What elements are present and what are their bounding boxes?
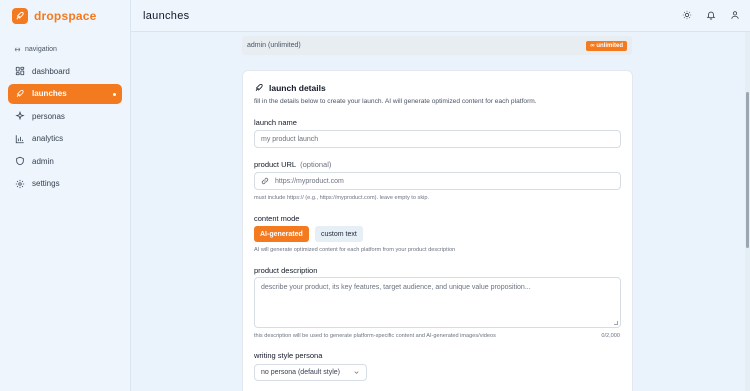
link-icon	[261, 177, 269, 185]
grid-icon	[15, 66, 25, 76]
sparkle-icon	[15, 111, 25, 121]
sidebar-item-label: settings	[32, 179, 60, 189]
persona-label: writing style persona	[254, 351, 323, 360]
content-mode-label: content mode	[254, 214, 300, 223]
card-title-text: launch details	[269, 83, 326, 93]
sidebar-item-label: admin	[32, 156, 54, 166]
sidebar-item-dashboard[interactable]: dashboard	[8, 61, 122, 81]
sidebar-item-label: analytics	[32, 134, 64, 144]
sun-icon[interactable]	[682, 10, 692, 20]
nav-heading: navigation	[0, 42, 130, 56]
launch-details-card: launch details fill in the details below…	[242, 70, 633, 391]
optional-label: (optional)	[300, 160, 332, 169]
shield-icon	[16, 157, 24, 166]
sidebar-nav: dashboard launches personas analytics ad…	[0, 61, 130, 194]
product-url-input[interactable]: https://myproduct.com	[254, 172, 621, 190]
sidebar-item-launches[interactable]: launches	[8, 83, 122, 104]
topbar: launches	[131, 0, 750, 32]
active-indicator	[113, 92, 116, 96]
sidebar-item-personas[interactable]: personas	[8, 106, 122, 126]
sidebar-item-label: launches	[32, 89, 67, 99]
bell-icon[interactable]	[706, 10, 716, 20]
brand-name: dropspace	[34, 9, 97, 23]
plan-text: admin (unlimited)	[247, 42, 301, 49]
rocket-icon	[16, 89, 24, 97]
product-description-textarea[interactable]: describe your product, its key features,…	[254, 277, 621, 328]
card-title: launch details	[254, 83, 326, 93]
plan-badge: ∞ unlimited	[586, 40, 627, 51]
chevron-down-icon	[354, 371, 359, 374]
bar-chart-icon	[15, 135, 24, 143]
persona-select-value: no persona (default style)	[261, 369, 340, 376]
product-description-help: this description will be used to generat…	[254, 333, 496, 339]
rocket-logo-icon	[12, 8, 28, 24]
launch-name-placeholder: my product launch	[261, 135, 319, 143]
sidebar-item-label: dashboard	[32, 66, 70, 76]
nav-heading-label: navigation	[25, 45, 57, 53]
user-icon[interactable]	[730, 10, 740, 20]
sidebar-item-settings[interactable]: settings	[8, 174, 122, 194]
custom-text-button[interactable]: custom text	[315, 226, 363, 242]
navigation-icon	[14, 47, 21, 51]
sidebar-item-admin[interactable]: admin	[8, 151, 122, 171]
brand[interactable]: dropspace	[0, 0, 130, 32]
card-subtitle: fill in the details below to create your…	[254, 98, 537, 105]
scrollbar-thumb[interactable]	[746, 92, 749, 248]
character-counter: 0/2,000	[601, 333, 620, 339]
launch-name-label: launch name	[254, 118, 297, 127]
product-url-label-text: product URL	[254, 160, 297, 169]
persona-select[interactable]: no persona (default style)	[254, 364, 367, 381]
topbar-actions	[682, 10, 740, 20]
gear-icon	[15, 179, 25, 189]
plan-bar: admin (unlimited) ∞ unlimited	[242, 36, 632, 55]
product-url-placeholder: https://myproduct.com	[275, 177, 344, 185]
resize-handle[interactable]	[614, 321, 618, 325]
product-url-help: must include https:// (e.g., https://myp…	[254, 195, 430, 201]
page-title: launches	[143, 9, 190, 22]
sidebar: dropspace navigation dashboard launches …	[0, 0, 131, 391]
ai-generated-button[interactable]: AI-generated	[254, 226, 309, 242]
sidebar-item-label: personas	[32, 111, 65, 121]
rocket-icon	[255, 83, 263, 92]
sidebar-item-analytics[interactable]: analytics	[8, 129, 122, 149]
launch-name-input[interactable]: my product launch	[254, 130, 621, 148]
content-mode-help: AI will generate optimized content for e…	[254, 247, 456, 253]
product-url-label: product URL (optional)	[254, 160, 331, 169]
product-description-label: product description	[254, 266, 318, 275]
page-scrollbar[interactable]	[745, 32, 750, 391]
product-description-placeholder: describe your product, its key features,…	[261, 284, 531, 291]
